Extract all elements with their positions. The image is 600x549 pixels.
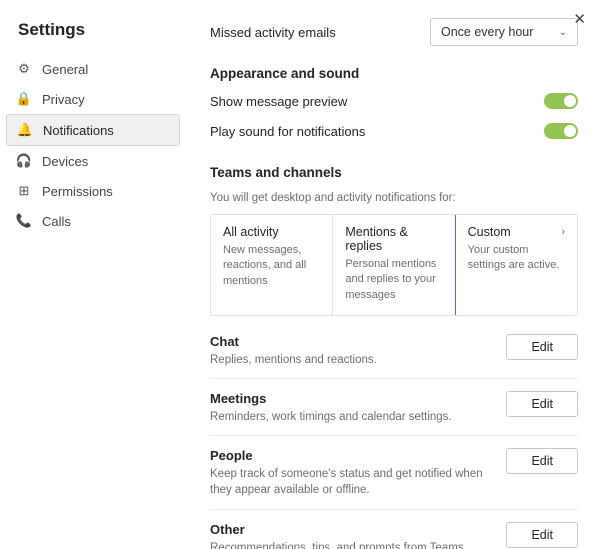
block-title: People — [210, 448, 496, 463]
block-desc: Keep track of someone's status and get n… — [210, 466, 496, 498]
block-desc: Reminders, work timings and calendar set… — [210, 409, 496, 425]
dropdown-value: Once every hour — [441, 25, 533, 39]
block-desc: Replies, mentions and reactions. — [210, 352, 496, 368]
nav-item-calls[interactable]: 📞 Calls — [6, 206, 180, 236]
nav-item-permissions[interactable]: ⊞ Permissions — [6, 176, 180, 206]
nav-label: Privacy — [42, 92, 85, 107]
phone-icon: 📞 — [16, 213, 32, 229]
sound-row: Play sound for notifications — [210, 123, 578, 139]
preview-toggle[interactable] — [544, 93, 578, 109]
chevron-down-icon: ⌄ — [559, 27, 567, 38]
card-custom[interactable]: Custom › Your custom settings are active… — [455, 214, 578, 316]
card-desc: Personal mentions and replies to your me… — [345, 257, 442, 303]
sidebar: Settings ⚙ General 🔒 Privacy 🔔 Notificat… — [0, 0, 186, 549]
card-title: Custom › — [468, 225, 565, 239]
section-meetings: Meetings Reminders, work timings and cal… — [210, 378, 578, 435]
nav-label: Calls — [42, 214, 71, 229]
preview-row: Show message preview — [210, 93, 578, 109]
nav-label: Permissions — [42, 184, 113, 199]
edit-people-button[interactable]: Edit — [506, 448, 578, 474]
nav-item-general[interactable]: ⚙ General — [6, 54, 180, 84]
card-title: All activity — [223, 225, 320, 239]
section-other: Other Recommendations, tips, and prompts… — [210, 509, 578, 549]
grid-icon: ⊞ — [16, 183, 32, 199]
card-title-text: Custom — [468, 225, 511, 239]
close-button[interactable]: ✕ — [573, 10, 586, 28]
sound-toggle[interactable] — [544, 123, 578, 139]
card-all-activity[interactable]: All activity New messages, reactions, an… — [211, 215, 333, 315]
block-title: Chat — [210, 334, 496, 349]
section-people: People Keep track of someone's status an… — [210, 435, 578, 508]
block-title: Meetings — [210, 391, 496, 406]
preview-label: Show message preview — [210, 94, 347, 109]
card-title-text: Mentions & replies — [345, 225, 442, 253]
sound-label: Play sound for notifications — [210, 124, 365, 139]
nav-item-devices[interactable]: 🎧 Devices — [6, 146, 180, 176]
nav-label: Devices — [42, 154, 88, 169]
edit-other-button[interactable]: Edit — [506, 522, 578, 548]
edit-meetings-button[interactable]: Edit — [506, 391, 578, 417]
edit-chat-button[interactable]: Edit — [506, 334, 578, 360]
nav-label: General — [42, 62, 88, 77]
close-icon: ✕ — [573, 11, 586, 28]
card-desc: Your custom settings are active. — [468, 243, 565, 274]
nav-item-notifications[interactable]: 🔔 Notifications — [6, 114, 180, 146]
teams-heading: Teams and channels — [210, 165, 578, 180]
missed-activity-row: Missed activity emails Once every hour ⌄ — [210, 18, 578, 46]
lock-icon: 🔒 — [16, 91, 32, 107]
nav-label: Notifications — [43, 123, 114, 138]
block-desc: Recommendations, tips, and prompts from … — [210, 540, 496, 549]
appearance-heading: Appearance and sound — [210, 66, 578, 81]
card-desc: New messages, reactions, and all mention… — [223, 243, 320, 289]
chevron-right-icon: › — [561, 226, 565, 238]
headset-icon: 🎧 — [16, 153, 32, 169]
card-title: Mentions & replies — [345, 225, 442, 253]
nav-list: ⚙ General 🔒 Privacy 🔔 Notifications 🎧 De… — [0, 54, 186, 236]
gear-icon: ⚙ — [16, 61, 32, 77]
section-blocks: Chat Replies, mentions and reactions. Ed… — [210, 322, 578, 549]
nav-item-privacy[interactable]: 🔒 Privacy — [6, 84, 180, 114]
card-mentions-replies[interactable]: Mentions & replies Personal mentions and… — [333, 215, 455, 315]
settings-title: Settings — [0, 10, 186, 54]
main-content: Missed activity emails Once every hour ⌄… — [186, 0, 600, 549]
card-title-text: All activity — [223, 225, 279, 239]
teams-cards: All activity New messages, reactions, an… — [210, 214, 578, 316]
teams-subdesc: You will get desktop and activity notifi… — [210, 192, 578, 204]
missed-activity-label: Missed activity emails — [210, 25, 336, 40]
missed-activity-dropdown[interactable]: Once every hour ⌄ — [430, 18, 578, 46]
bell-icon: 🔔 — [17, 122, 33, 138]
section-chat: Chat Replies, mentions and reactions. Ed… — [210, 322, 578, 378]
block-title: Other — [210, 522, 496, 537]
